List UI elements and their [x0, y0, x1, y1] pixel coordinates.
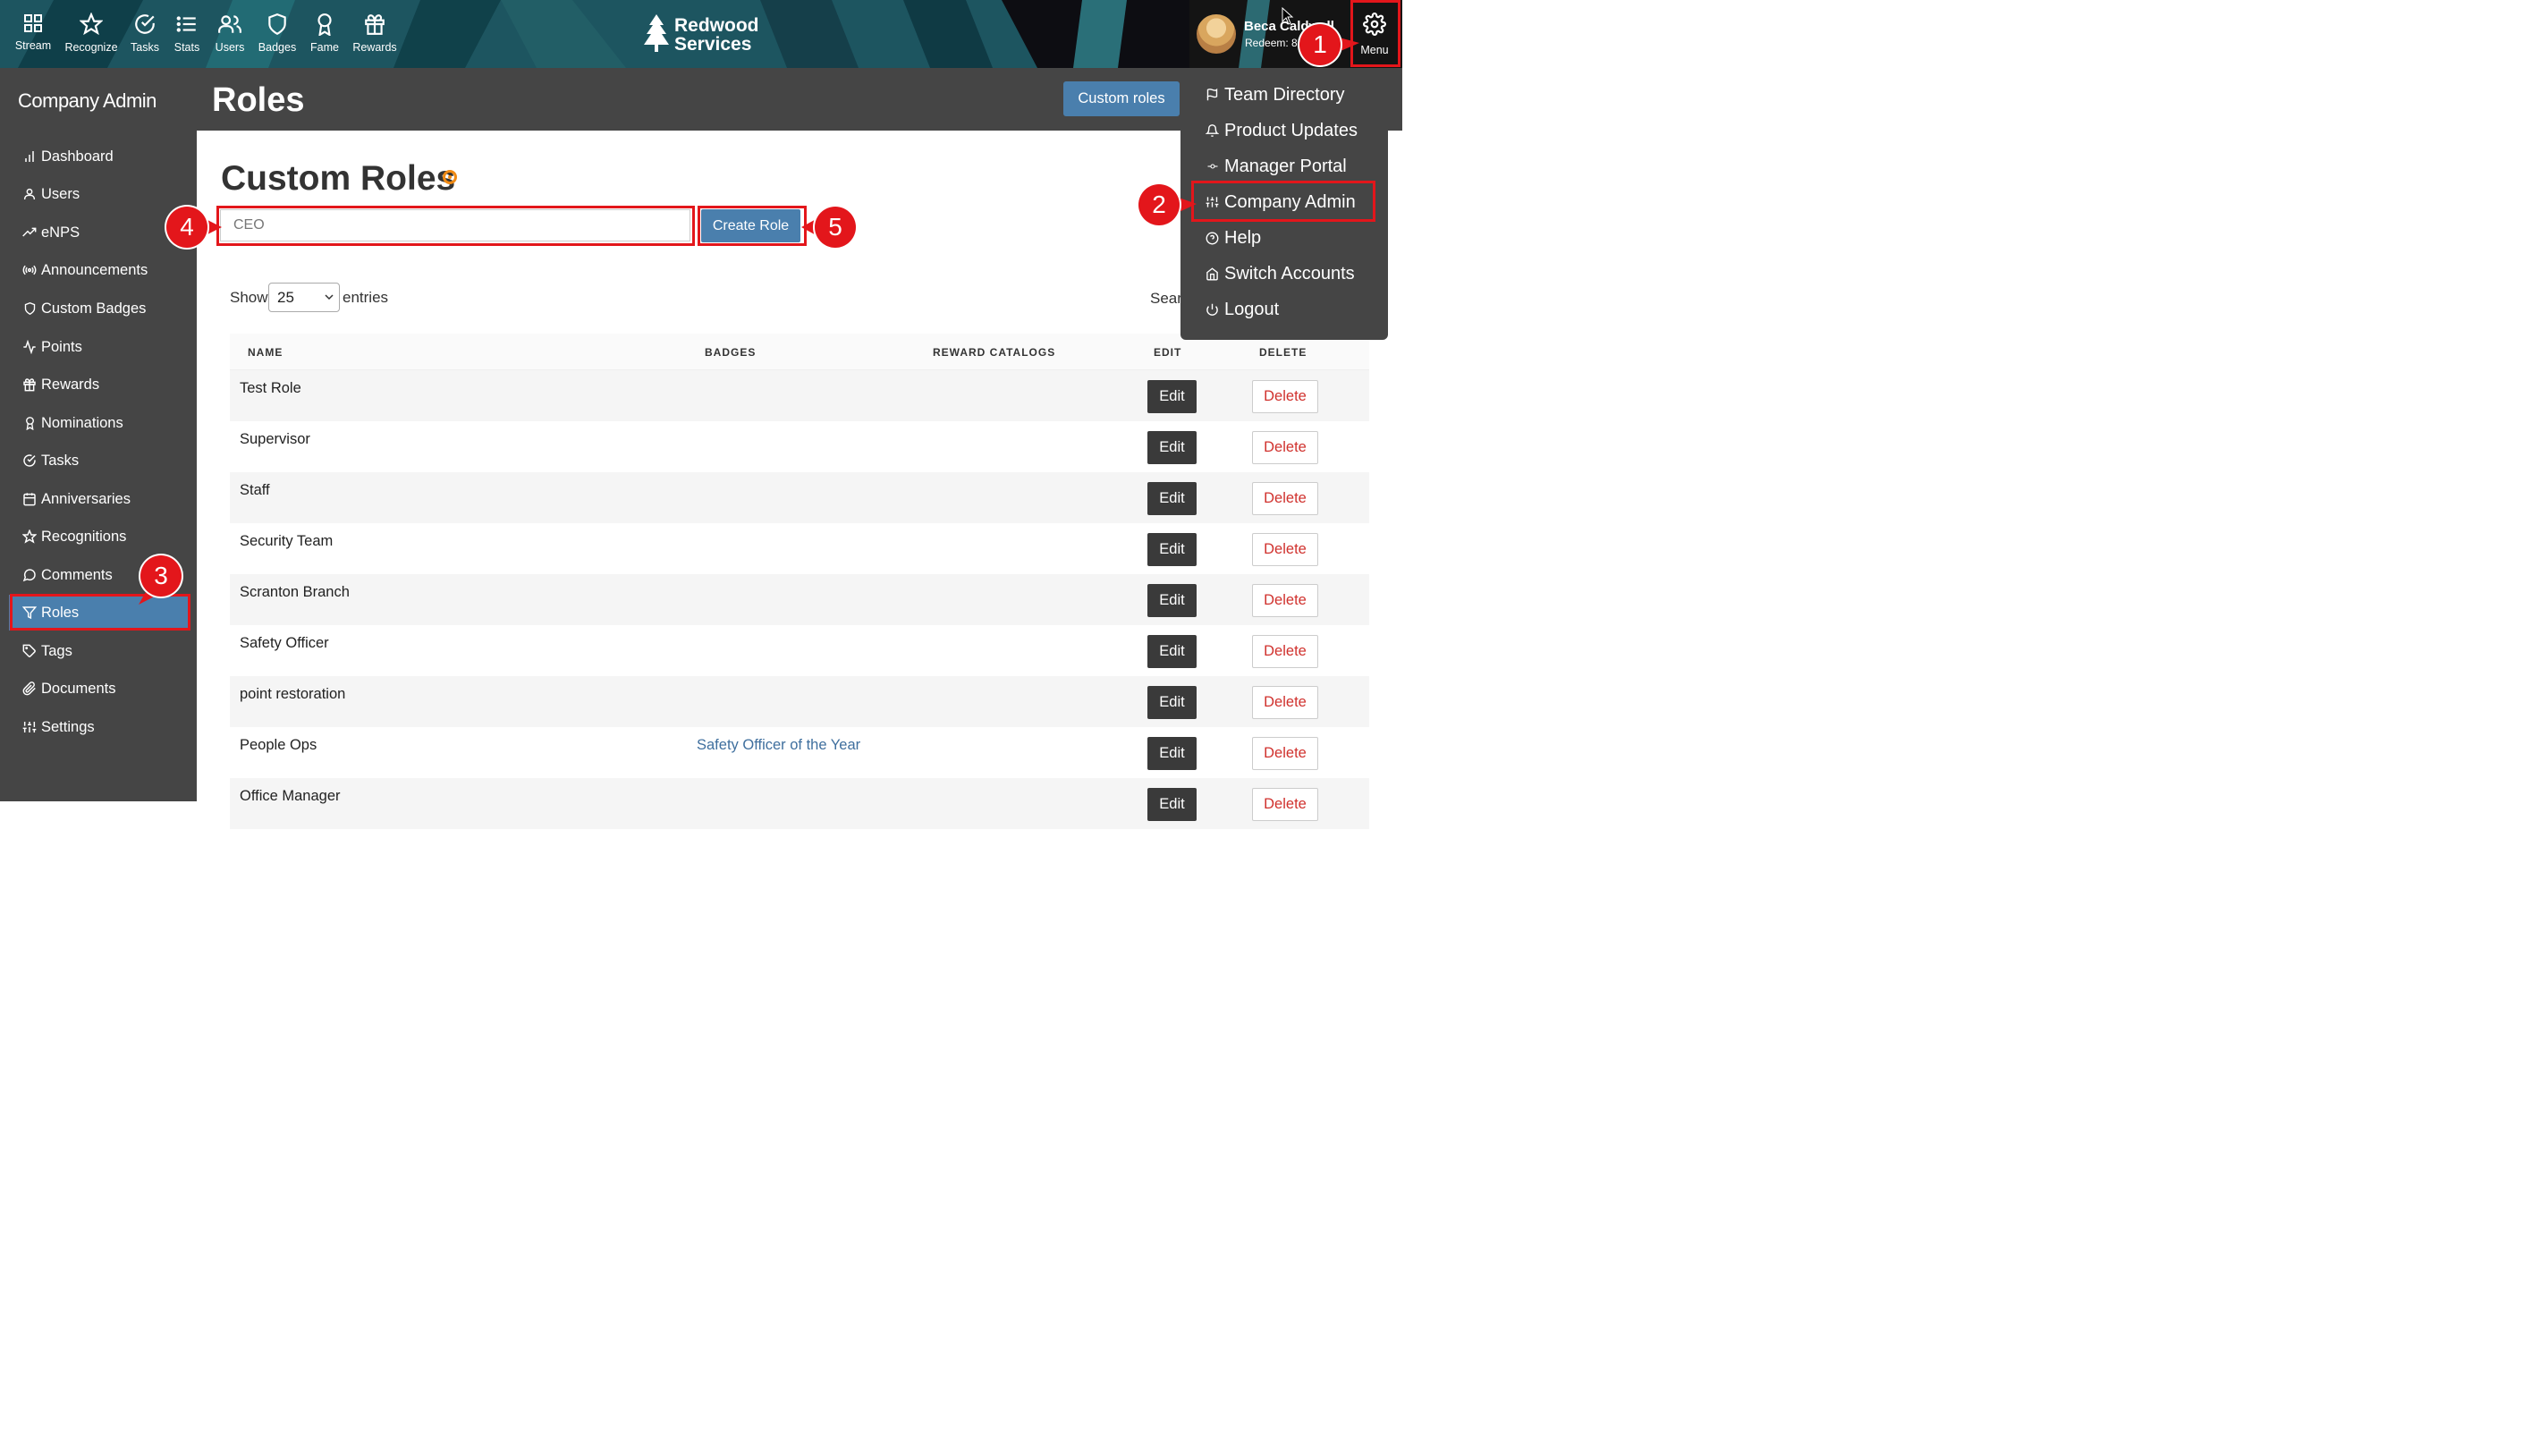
annotation-marker-1: 1: [1299, 24, 1341, 65]
annotation-marker-5: 5: [815, 207, 856, 248]
annotation-marker-3: 3: [140, 555, 182, 597]
annotation-marker-4: 4: [166, 207, 207, 248]
annotation-callout-tails: [139, 36, 1359, 605]
annotation-marker-2: 2: [1138, 184, 1180, 225]
